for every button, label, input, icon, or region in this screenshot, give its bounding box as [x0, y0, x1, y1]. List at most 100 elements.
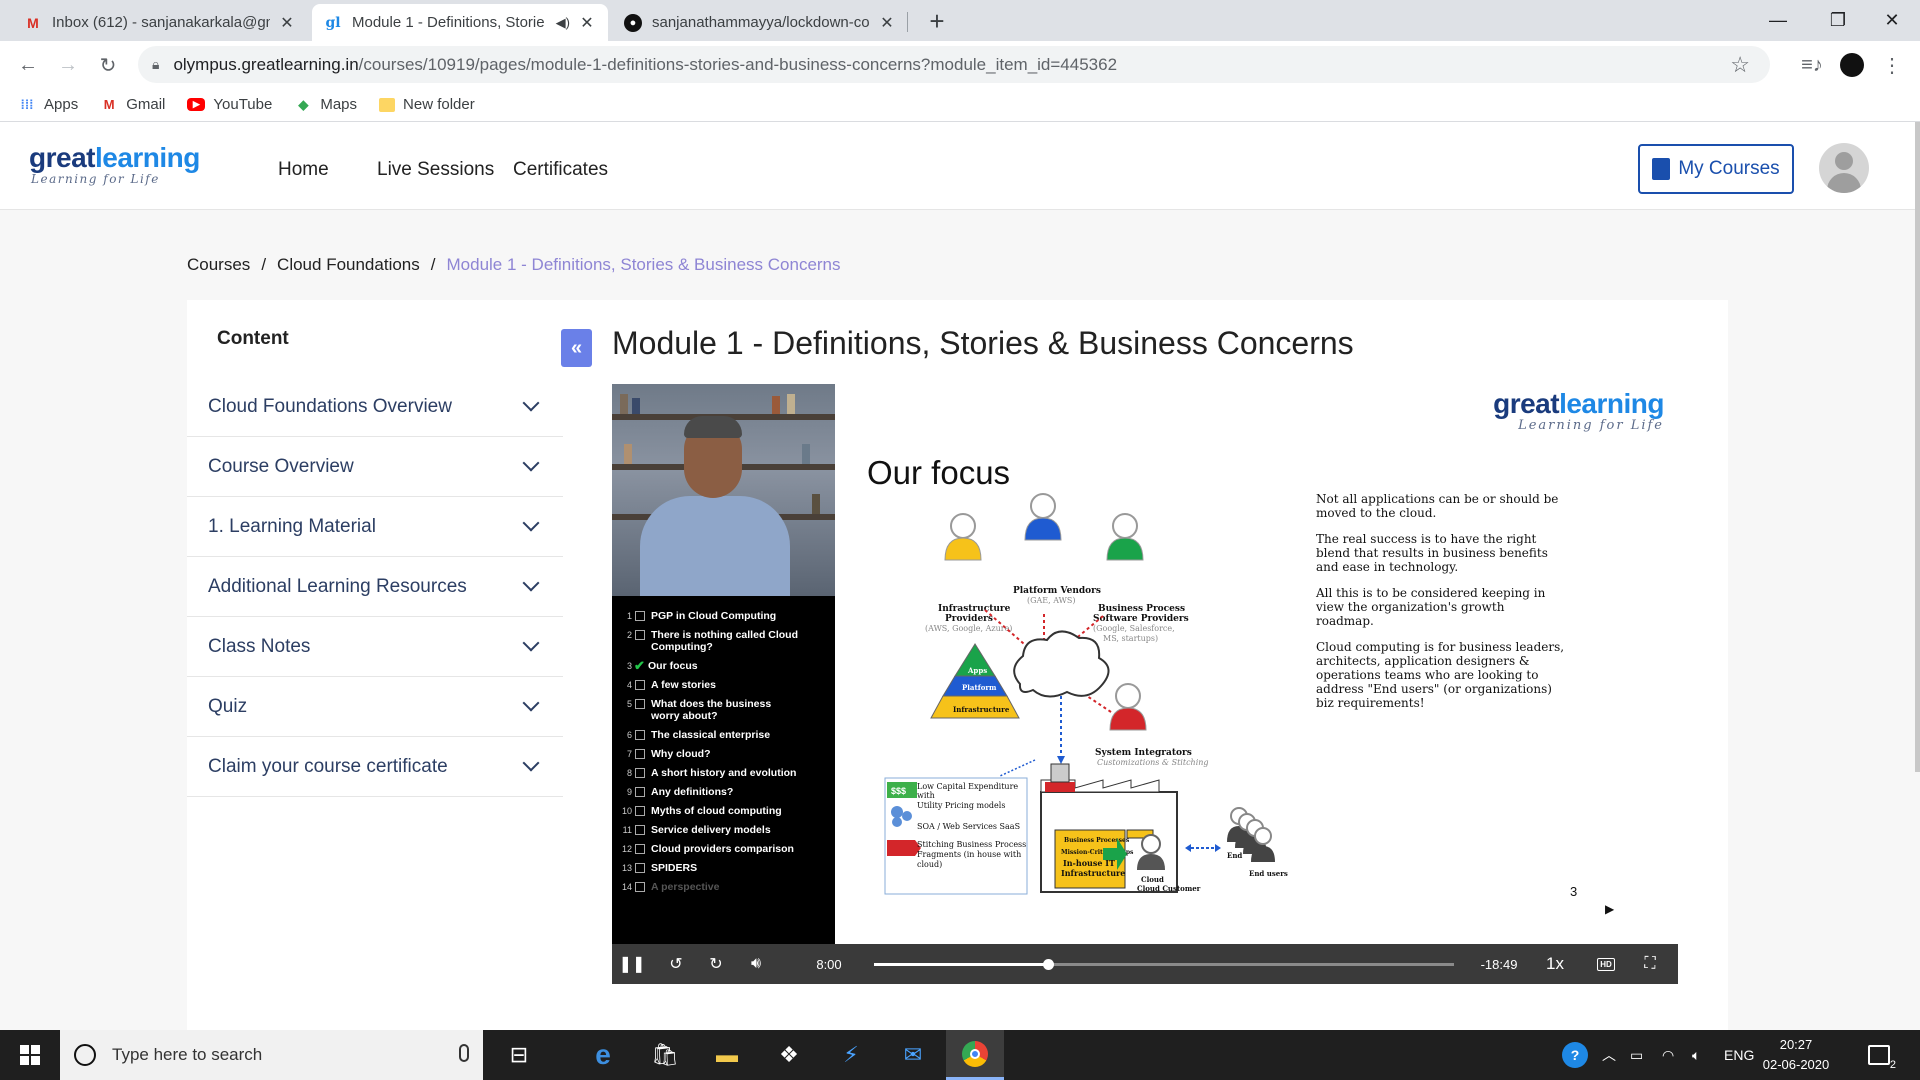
chapter-item[interactable]: 4A few stories [618, 679, 801, 691]
battery-icon[interactable]: ▭ [1630, 1030, 1643, 1080]
chapter-item[interactable]: 13 SPIDERS [618, 862, 801, 874]
user-avatar[interactable] [1819, 143, 1869, 193]
breadcrumb-cloud-foundations[interactable]: Cloud Foundations [277, 255, 420, 275]
chevron-down-icon [522, 694, 540, 712]
file-explorer-icon[interactable]: ▬ [698, 1030, 756, 1080]
close-icon[interactable]: ✕ [578, 13, 596, 33]
video-player[interactable]: 1 PGP in Cloud Computing 2 There is nothin… [612, 384, 1678, 984]
chapter-item[interactable]: 1 PGP in Cloud Computing [618, 610, 801, 622]
bookmark-new-folder[interactable]: New folder [379, 96, 475, 113]
breadcrumb: Courses / Cloud Foundations / Module 1 -… [187, 255, 841, 275]
sidebar-item-course-overview[interactable]: Course Overview [187, 437, 563, 497]
task-view-icon[interactable]: ⊟ [490, 1030, 548, 1080]
bookmark-youtube[interactable]: ▶ YouTube [187, 96, 272, 113]
hd-quality-icon[interactable]: HD [1594, 952, 1618, 976]
page-scrollbar[interactable] [1915, 122, 1920, 772]
store-icon[interactable]: 🛍︎ [636, 1030, 694, 1080]
chapter-item[interactable]: 12 Cloud providers comparison [618, 843, 801, 855]
nav-home[interactable]: Home [278, 159, 329, 181]
new-tab-button[interactable]: + [922, 6, 952, 37]
checkbox-icon [635, 863, 645, 873]
address-bar[interactable]: 🔒︎ olympus.greatlearning.in/courses/1091… [138, 46, 1770, 83]
edge-icon[interactable]: e [574, 1030, 632, 1080]
pause-button[interactable]: ❚❚ [619, 952, 646, 976]
dropbox-icon[interactable]: ❖ [760, 1030, 818, 1080]
greatlearning-logo[interactable]: greatlearning Learning for Life [29, 144, 200, 187]
forward-skip-icon[interactable]: ↻ [704, 952, 728, 976]
sidebar-item-additional-resources[interactable]: Additional Learning Resources [187, 557, 563, 617]
bookmark-apps[interactable]: ⁞⁞⁞ Apps [18, 96, 79, 114]
svg-text:Low Capital Expenditure: Low Capital Expenditure [917, 782, 1018, 791]
tab-gmail[interactable]: M Inbox (612) - sanjanakarkala@gm ✕ [12, 4, 308, 41]
taskbar-search[interactable]: Type here to search [60, 1030, 483, 1080]
chapter-item[interactable]: 14 A perspective [618, 881, 801, 893]
back-icon[interactable]: ← [12, 49, 44, 81]
fullscreen-icon[interactable]: ⛶ [1638, 952, 1662, 976]
vscode-icon[interactable]: ⚡︎ [822, 1030, 880, 1080]
chapter-item[interactable]: 6 The classical enterprise [618, 729, 801, 741]
svg-text:End users: End users [1249, 869, 1288, 878]
bookmark-gmail[interactable]: M Gmail [100, 96, 166, 114]
volume-icon[interactable]: 🔊︎ [744, 952, 768, 976]
window-close-icon[interactable]: ✕ [1862, 0, 1920, 41]
microphone-icon[interactable] [459, 1044, 469, 1062]
taskbar-clock[interactable]: 20:27 02-06-2020 [1756, 1035, 1836, 1075]
bookmark-star-icon[interactable]: ☆ [1730, 52, 1750, 78]
nav-certificates[interactable]: Certificates [513, 159, 608, 181]
playback-speed-button[interactable]: 1x [1540, 952, 1570, 976]
tab-github[interactable]: ● sanjanathammayya/lockdown-co ✕ [612, 4, 908, 41]
page-title: Module 1 - Definitions, Stories & Busine… [612, 325, 1354, 361]
minimize-icon[interactable]: — [1748, 0, 1808, 41]
checkbox-icon [635, 882, 645, 892]
progress-handle[interactable] [1043, 959, 1054, 970]
rewind-icon[interactable]: ↺ [664, 952, 688, 976]
nav-live-sessions[interactable]: Live Sessions [377, 159, 494, 181]
cortana-icon [74, 1044, 96, 1066]
tab-title: Module 1 - Definitions, Storie [352, 14, 545, 31]
reload-icon[interactable]: ↻ [92, 49, 124, 81]
restore-icon[interactable]: ❐ [1808, 0, 1868, 41]
checkbox-icon [635, 825, 645, 835]
breadcrumb-courses[interactable]: Courses [187, 255, 250, 275]
menu-kebab-icon[interactable]: ⋮ [1876, 49, 1908, 81]
close-icon[interactable]: ✕ [878, 13, 896, 33]
sidebar-item-quiz[interactable]: Quiz [187, 677, 563, 737]
profile-avatar[interactable] [1836, 49, 1868, 81]
language-indicator[interactable]: ENG [1724, 1030, 1754, 1080]
chapter-item[interactable]: 2 There is nothing called Cloud Computing… [618, 629, 801, 653]
wifi-icon[interactable]: ◠ [1662, 1030, 1674, 1080]
start-button[interactable] [0, 1030, 60, 1080]
chapter-item[interactable]: 11 Service delivery models [618, 824, 801, 836]
tray-expand-icon[interactable]: ︿ [1602, 1030, 1616, 1080]
speaker-icon[interactable]: ◀) [556, 15, 570, 31]
sidebar-item-learning-material[interactable]: 1. Learning Material [187, 497, 563, 557]
person-yellow-icon [944, 513, 982, 561]
chapter-item[interactable]: 8A short history and evolution [618, 767, 801, 779]
sidebar-item-claim-certificate[interactable]: Claim your course certificate [187, 737, 563, 797]
chapter-item[interactable]: 7 Why cloud? [618, 748, 801, 760]
progress-bar[interactable] [874, 959, 1454, 970]
svg-text:Infrastructure: Infrastructure [1061, 868, 1125, 878]
chapter-item-current[interactable]: 3 ✔ Our focus [618, 658, 798, 673]
forward-icon[interactable]: → [52, 49, 84, 81]
checkmark-icon: ✔ [634, 658, 645, 673]
chapter-item[interactable]: 10 Myths of cloud computing [618, 805, 801, 817]
bookmark-maps[interactable]: ◆ Maps [294, 96, 357, 114]
chrome-icon[interactable] [946, 1030, 1004, 1080]
mail-icon[interactable]: ✉ [884, 1030, 942, 1080]
collapse-sidebar-button[interactable]: « [561, 329, 592, 367]
tab-separator [907, 12, 908, 32]
my-courses-button[interactable]: My Courses [1638, 144, 1794, 194]
tab-greatlearning[interactable]: gl Module 1 - Definitions, Storie ◀) ✕ [312, 4, 608, 41]
chapter-item[interactable]: 9 Any definitions? [618, 786, 801, 798]
svg-text:Fragments (in house with: Fragments (in house with [917, 850, 1021, 859]
notifications-icon[interactable]: 2 [1868, 1030, 1896, 1080]
checkbox-icon [635, 630, 645, 640]
volume-tray-icon[interactable]: 🔈︎ [1692, 1030, 1700, 1080]
close-icon[interactable]: ✕ [278, 13, 296, 33]
chapter-item[interactable]: 5 What does the business worry about? [618, 698, 801, 722]
help-icon[interactable]: ? [1562, 1030, 1588, 1080]
sidebar-item-class-notes[interactable]: Class Notes [187, 617, 563, 677]
media-control-icon[interactable]: ≡♪ [1796, 49, 1828, 81]
sidebar-item-cloud-foundations-overview[interactable]: Cloud Foundations Overview [187, 377, 563, 437]
